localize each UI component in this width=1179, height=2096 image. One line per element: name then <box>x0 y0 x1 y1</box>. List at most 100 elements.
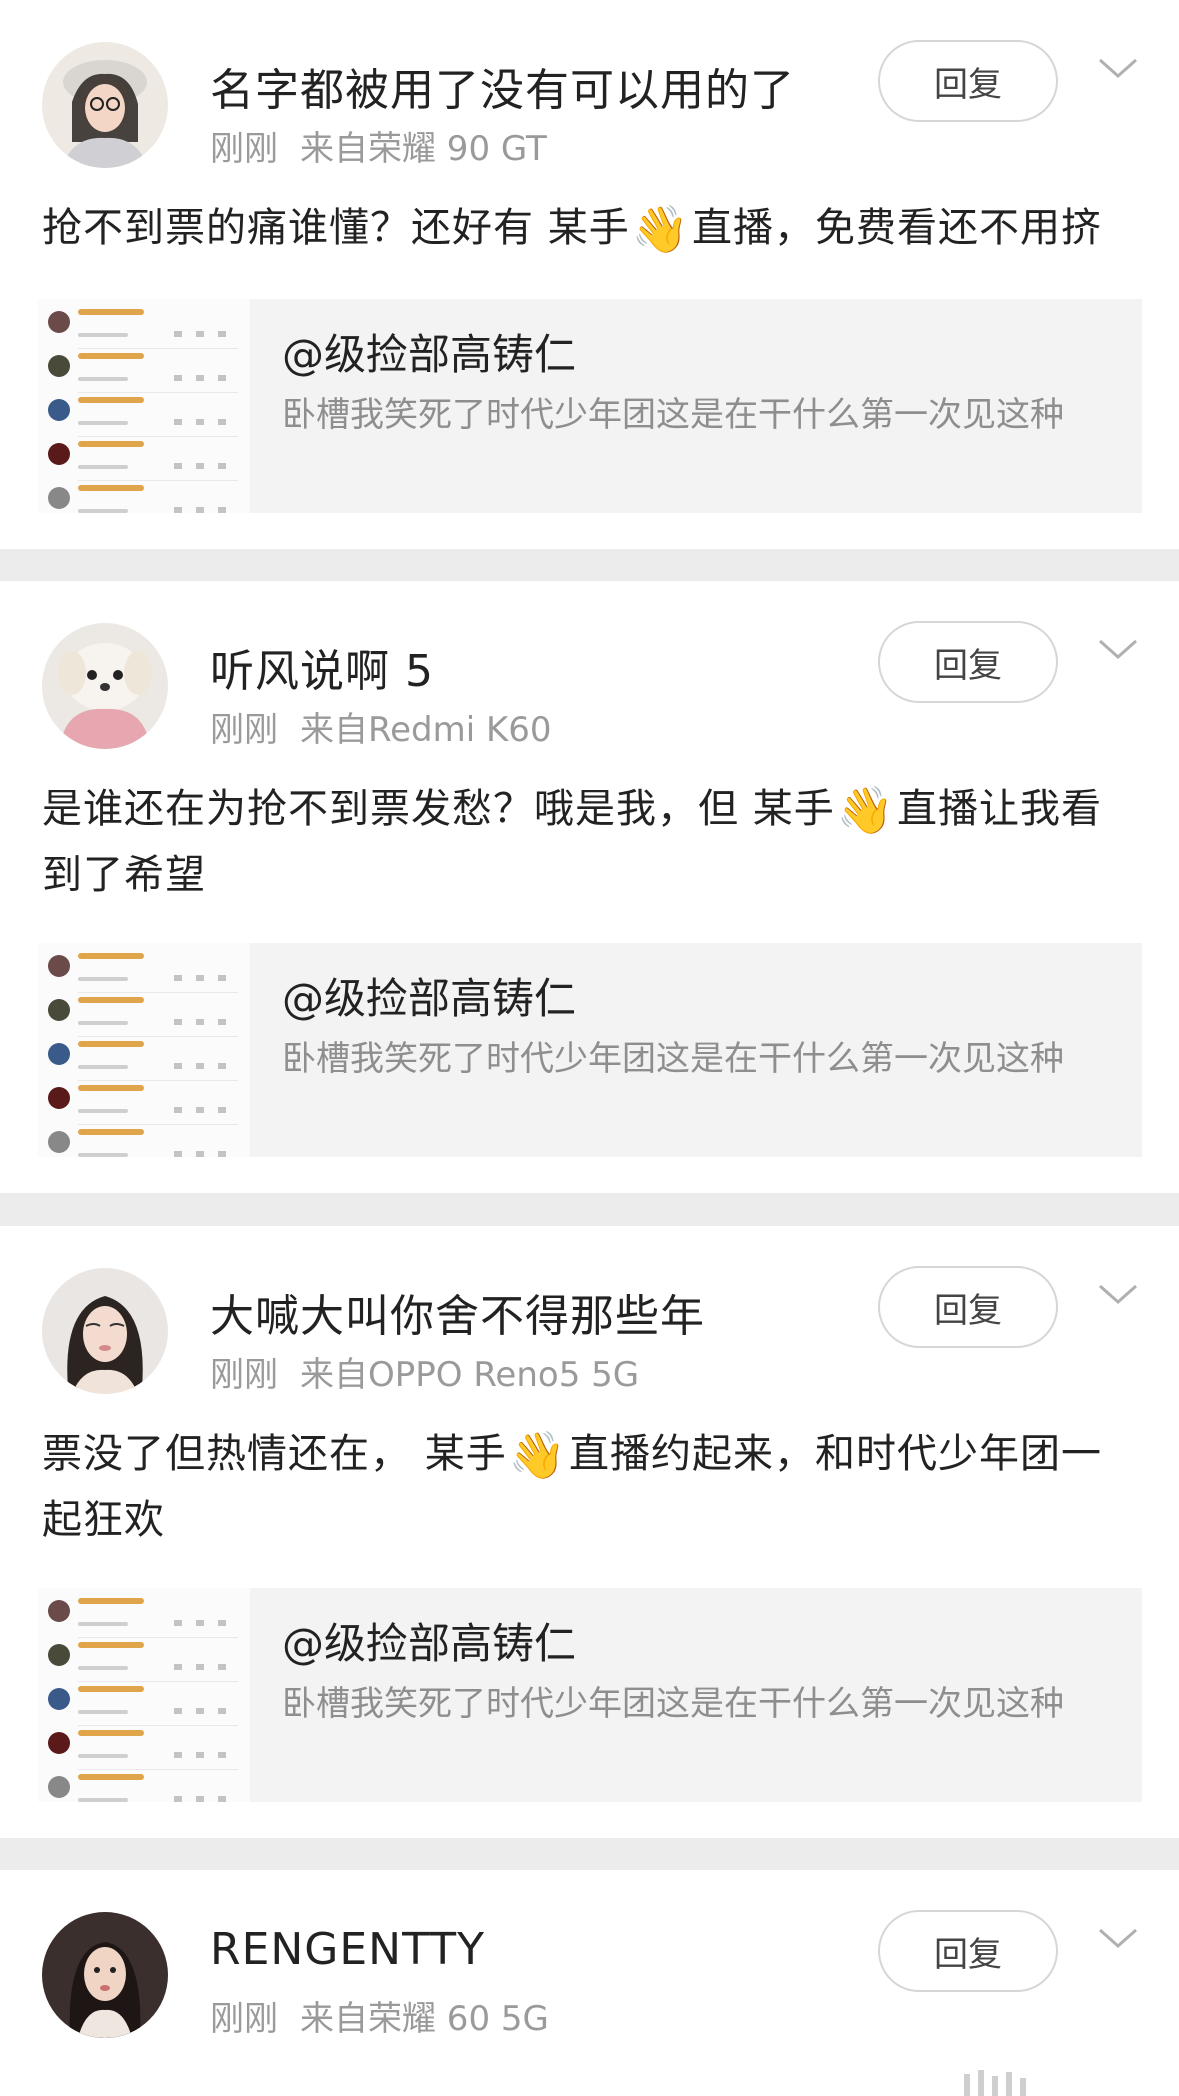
quoted-post-thumbnail <box>38 299 250 513</box>
thumbnail-row <box>44 481 244 513</box>
username[interactable]: RENGENTTY <box>210 1924 485 1975</box>
thumbnail-row <box>44 993 244 1037</box>
thumbnail-avatar <box>48 955 70 977</box>
thumbnail-name-line <box>78 1774 144 1780</box>
waving-hand-icon: 👋 <box>836 783 895 837</box>
thumbnail-row <box>44 1081 244 1125</box>
thumbnail-avatar <box>48 399 70 421</box>
thumbnail-name-line <box>78 1041 144 1047</box>
thumbnail-avatar <box>48 1087 70 1109</box>
waving-hand-icon: 👋 <box>631 202 690 256</box>
thumbnail-action-icons <box>174 1664 236 1670</box>
thumbnail-action-icons <box>174 1708 236 1714</box>
quoted-post-thumbnail <box>38 1588 250 1802</box>
thumbnail-action-icons <box>174 1107 236 1113</box>
waving-hand-icon: 👋 <box>508 1428 567 1482</box>
comment-card: 听风说啊 5 刚刚 来自Redmi K60 回复 是谁还在为抢不到票发愁？哦是我，… <box>0 581 1179 1193</box>
reply-button[interactable]: 回复 <box>878 1266 1058 1348</box>
thumbnail-row <box>44 1638 244 1682</box>
comment-meta: 刚刚 来自Redmi K60 <box>210 702 552 751</box>
thumbnail-row <box>44 1770 244 1802</box>
comment-time: 刚刚 <box>210 710 278 750</box>
thumbnail-action-icons <box>174 463 236 469</box>
thumbnail-meta-line <box>78 1109 128 1113</box>
thumbnail-meta-line <box>78 465 128 469</box>
thumbnail-name-line <box>78 1730 144 1736</box>
thumbnail-name-line <box>78 441 144 447</box>
quoted-post-author: @级捡部高铸仁 <box>282 974 577 1023</box>
thumbnail-name-line <box>78 309 144 315</box>
username[interactable]: 名字都被用了没有可以用的了 <box>210 54 795 118</box>
thumbnail-row <box>44 949 244 993</box>
thumbnail-action-icons <box>174 375 236 381</box>
comment-text-part: 是谁还在为抢不到票发愁？哦是我，但 某手 <box>42 786 835 832</box>
quoted-post-card[interactable]: @级捡部高铸仁 卧槽我笑死了时代少年团这是在干什么第一次见这种 <box>38 1588 1142 1802</box>
thumbnail-name-line <box>78 1085 144 1091</box>
comment-card: 大喊大叫你舍不得那些年 刚刚 来自OPPO Reno5 5G 回复 票没了但热情还… <box>0 1226 1179 1838</box>
username[interactable]: 听风说啊 5 <box>210 635 434 699</box>
thumbnail-action-icons <box>174 331 236 337</box>
thumbnail-meta-line <box>78 1798 128 1802</box>
quoted-post-card[interactable]: @级捡部高铸仁 卧槽我笑死了时代少年团这是在干什么第一次见这种 <box>38 299 1142 513</box>
thumbnail-row <box>44 1594 244 1638</box>
thumbnail-avatar <box>48 1131 70 1153</box>
thumbnail-meta-line <box>78 1065 128 1069</box>
comment-text-part: 直播，免费看还不用挤 <box>692 205 1102 251</box>
thumbnail-row <box>44 437 244 481</box>
thumbnail-action-icons <box>174 1752 236 1758</box>
comment-meta: 刚刚 来自荣耀 90 GT <box>210 121 547 170</box>
comment-time: 刚刚 <box>210 1355 278 1395</box>
thumbnail-row <box>44 1682 244 1726</box>
user-avatar[interactable] <box>42 42 168 168</box>
chevron-down-icon[interactable] <box>1096 635 1140 665</box>
thumbnail-row <box>44 305 244 349</box>
reply-button[interactable]: 回复 <box>878 1910 1058 1992</box>
thumbnail-action-icons <box>174 507 236 513</box>
thumbnail-row <box>44 349 244 393</box>
comment-text: 抢不到票的痛谁懂？还好有 某手👋直播，免费看还不用挤 <box>42 196 1142 262</box>
quoted-post-author: @级捡部高铸仁 <box>282 1619 577 1668</box>
user-avatar[interactable] <box>42 623 168 749</box>
thumbnail-avatar <box>48 311 70 333</box>
chevron-down-icon[interactable] <box>1096 54 1140 84</box>
comment-meta: 刚刚 来自荣耀 60 5G <box>210 1991 549 2040</box>
thumbnail-name-line <box>78 997 144 1003</box>
thumbnail-meta-line <box>78 377 128 381</box>
quoted-post-card[interactable]: @级捡部高铸仁 卧槽我笑死了时代少年团这是在干什么第一次见这种 <box>38 943 1142 1157</box>
thumbnail-meta-line <box>78 1710 128 1714</box>
thumbnail-name-line <box>78 953 144 959</box>
thumbnail-meta-line <box>78 1754 128 1758</box>
comment-text: 票没了但热情还在， 某手👋直播约起来，和时代少年团一起狂欢 <box>42 1422 1142 1553</box>
thumbnail-meta-line <box>78 1622 128 1626</box>
thumbnail-meta-line <box>78 333 128 337</box>
thumbnail-action-icons <box>174 1796 236 1802</box>
thumbnail-meta-line <box>78 977 128 981</box>
comment-feed: 名字都被用了没有可以用的了 刚刚 来自荣耀 90 GT 回复 抢不到票的痛谁懂？还… <box>0 0 1179 2096</box>
reply-button[interactable]: 回复 <box>878 621 1058 703</box>
thumbnail-avatar <box>48 443 70 465</box>
comment-text-part: 抢不到票的痛谁懂？还好有 某手 <box>42 205 630 251</box>
thumbnail-name-line <box>78 353 144 359</box>
quoted-post-text: 卧槽我笑死了时代少年团这是在干什么第一次见这种 <box>282 1684 1064 1724</box>
thumbnail-avatar <box>48 1732 70 1754</box>
thumbnail-action-icons <box>174 1063 236 1069</box>
thumbnail-avatar <box>48 1644 70 1666</box>
comment-card: RENGENTTY 刚刚 来自荣耀 60 5G 回复 <box>0 1870 1179 2096</box>
comment-source: 来自荣耀 60 5G <box>300 1999 549 2039</box>
comment-meta: 刚刚 来自OPPO Reno5 5G <box>210 1347 639 1396</box>
comment-source: 来自OPPO Reno5 5G <box>300 1355 640 1395</box>
thumbnail-action-icons <box>174 975 236 981</box>
thumbnail-avatar <box>48 1043 70 1065</box>
chevron-down-icon[interactable] <box>1096 1924 1140 1954</box>
thumbnail-avatar <box>48 1688 70 1710</box>
reply-button[interactable]: 回复 <box>878 40 1058 122</box>
thumbnail-meta-line <box>78 1666 128 1670</box>
quoted-post-author: @级捡部高铸仁 <box>282 330 577 379</box>
username[interactable]: 大喊大叫你舍不得那些年 <box>210 1280 705 1344</box>
thumbnail-meta-line <box>78 1021 128 1025</box>
thumbnail-row <box>44 1037 244 1081</box>
watermark-logo <box>964 2070 1026 2096</box>
chevron-down-icon[interactable] <box>1096 1280 1140 1310</box>
user-avatar[interactable] <box>42 1912 168 2038</box>
user-avatar[interactable] <box>42 1268 168 1394</box>
